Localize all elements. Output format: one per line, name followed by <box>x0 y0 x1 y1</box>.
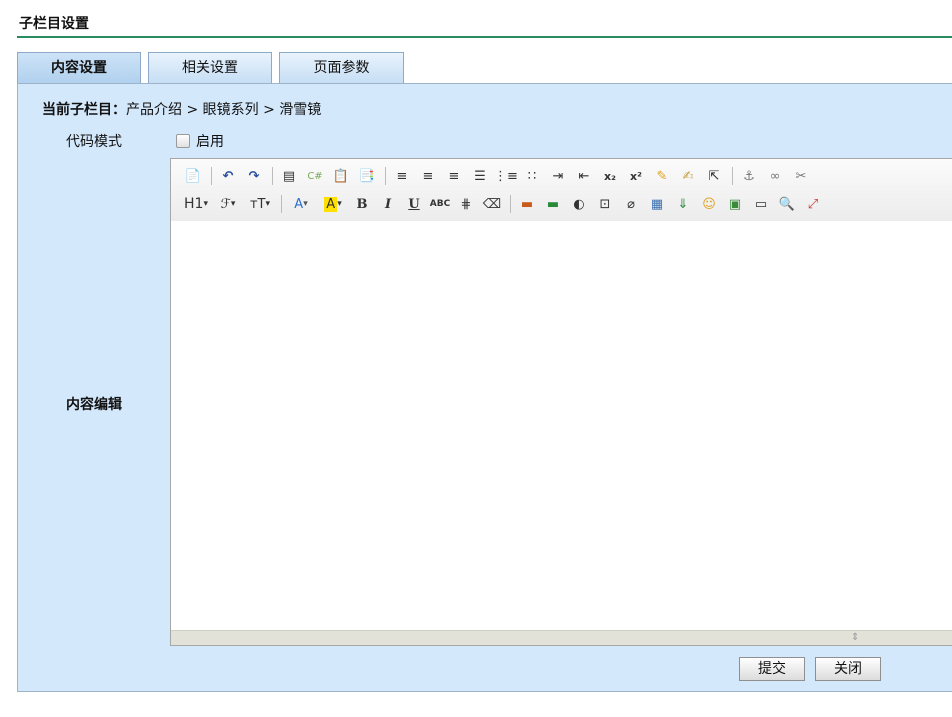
fullscreen-icon[interactable]: ⤢ <box>801 193 825 215</box>
media-icon[interactable]: ⊡ <box>593 193 617 215</box>
strikethrough-icon[interactable]: ABC <box>428 193 452 215</box>
toolbar-separator <box>385 167 386 185</box>
page-break-icon[interactable]: ▭ <box>749 193 773 215</box>
breadcrumb-item: 产品介绍 <box>126 102 182 118</box>
anchor-icon[interactable]: ⚓ <box>737 165 761 187</box>
breadcrumb-separator: > <box>263 102 275 118</box>
superscript-icon[interactable]: x² <box>624 165 648 187</box>
breadcrumb-separator: > <box>186 102 199 118</box>
close-button[interactable]: 关闭 <box>815 657 881 681</box>
bold-icon[interactable]: B <box>350 193 374 215</box>
breadcrumb: 当前子栏目：产品介绍 > 眼镜系列 > 滑雪镜 <box>42 99 321 119</box>
indent-icon[interactable]: ⇥ <box>546 165 570 187</box>
highlight-color-icon[interactable]: A ▾ <box>318 193 348 215</box>
tab-content-settings[interactable]: 内容设置 <box>17 52 141 84</box>
dropdown-arrow-icon: ▾ <box>337 199 342 209</box>
font-size-icon[interactable]: тT ▾ <box>245 193 275 215</box>
clear-format-icon[interactable]: ✎ <box>650 165 674 187</box>
eraser-icon[interactable]: ⌫ <box>480 193 504 215</box>
toolbar-separator <box>732 167 733 185</box>
submit-button[interactable]: 提交 <box>739 657 805 681</box>
paste-word-icon[interactable]: 📑 <box>355 165 379 187</box>
unordered-list-icon[interactable]: ∷ <box>520 165 544 187</box>
underline-icon[interactable]: U <box>402 193 426 215</box>
content-editor-label: 内容编辑 <box>66 397 122 413</box>
select-all-icon[interactable]: ⇱ <box>702 165 726 187</box>
source-icon[interactable]: 📄 <box>181 165 205 187</box>
rich-text-editor: 📄 ↶ ↷ ▤ C# 📋 📑 ≡ ≡ ≡ ☰ ⋮≡ ∷ ⇥ ⇤ x₂ x² ✎ … <box>170 158 952 646</box>
dropdown-arrow-icon: ▾ <box>230 199 236 209</box>
tab-related-settings[interactable]: 相关设置 <box>148 52 272 83</box>
redo-icon[interactable]: ↷ <box>242 165 266 187</box>
undo-icon[interactable]: ↶ <box>216 165 240 187</box>
unlink-icon[interactable]: ✂ <box>789 165 813 187</box>
paste-text-icon[interactable]: ▤ <box>277 165 301 187</box>
toolbar-separator <box>510 195 511 213</box>
code-mode-label: 代码模式 <box>66 134 122 150</box>
breadcrumb-item: 滑雪镜 <box>279 102 322 118</box>
font-family-icon[interactable]: ℱ ▾ <box>213 193 243 215</box>
outdent-icon[interactable]: ⇤ <box>572 165 596 187</box>
resize-grip-icon[interactable]: ⇕ <box>851 632 859 643</box>
italic-icon[interactable]: I <box>376 193 400 215</box>
breadcrumb-item: 眼镜系列 <box>202 102 259 118</box>
flash-icon[interactable]: ◐ <box>567 193 591 215</box>
editor-content-area[interactable] <box>171 221 952 631</box>
tab-bar: 内容设置 相关设置 页面参数 <box>17 52 952 84</box>
preview-icon[interactable]: 🔍 <box>775 193 799 215</box>
editor-resize-bar[interactable]: ⇕ <box>171 630 952 645</box>
dropdown-arrow-icon: ▾ <box>303 199 308 209</box>
settings-panel: 当前子栏目：产品介绍 > 眼镜系列 > 滑雪镜 代码模式 启用 内容编辑 📄 ↶… <box>17 83 952 692</box>
breadcrumb-label: 当前子栏目： <box>42 102 126 118</box>
ordered-list-icon[interactable]: ⋮≡ <box>494 165 518 187</box>
table-icon[interactable]: ▦ <box>645 193 669 215</box>
dropdown-arrow-icon: ▾ <box>265 199 271 209</box>
code-mode-enable-label[interactable]: 启用 <box>196 131 224 151</box>
heading-label: H1 <box>184 196 204 212</box>
justify-icon[interactable]: ☰ <box>468 165 492 187</box>
font-color-icon[interactable]: A ▾ <box>286 193 316 215</box>
image-icon[interactable]: ▣ <box>723 193 747 215</box>
title-divider <box>17 36 952 38</box>
page-title: 子栏目设置 <box>19 16 89 32</box>
align-left-icon[interactable]: ≡ <box>390 165 414 187</box>
emoticon-icon[interactable]: ☺ <box>697 193 721 215</box>
insert-images-icon[interactable]: ▬ <box>541 193 565 215</box>
code-icon[interactable]: C# <box>303 165 327 187</box>
heading-icon[interactable]: H1 ▾ <box>181 193 211 215</box>
code-mode-checkbox[interactable] <box>176 134 190 148</box>
format-painter-icon[interactable]: ✍ <box>676 165 700 187</box>
dropdown-arrow-icon: ▾ <box>203 199 208 209</box>
toolbar-separator <box>272 167 273 185</box>
toolbar-row-1: 📄 ↶ ↷ ▤ C# 📋 📑 ≡ ≡ ≡ ☰ ⋮≡ ∷ ⇥ ⇤ x₂ x² ✎ … <box>181 164 815 188</box>
attachment-icon[interactable]: ⌀ <box>619 193 643 215</box>
insert-image-icon[interactable]: ▬ <box>515 193 539 215</box>
toolbar-row-2: H1 ▾ ℱ ▾ тT ▾ A ▾ A ▾ B I U ABC ⋕ ⌫ ▬ ▬ ◐ ⊡ ⌀… <box>181 192 827 216</box>
editor-toolbar: 📄 ↶ ↷ ▤ C# 📋 📑 ≡ ≡ ≡ ☰ ⋮≡ ∷ ⇥ ⇤ x₂ x² ✎ … <box>171 159 952 222</box>
highlight-swatch: A <box>324 196 338 212</box>
horizontal-rule-icon[interactable]: ⋕ <box>454 193 478 215</box>
paste-icon[interactable]: 📋 <box>329 165 353 187</box>
align-center-icon[interactable]: ≡ <box>416 165 440 187</box>
link-icon[interactable]: ∞ <box>763 165 787 187</box>
tab-page-params[interactable]: 页面参数 <box>279 52 404 83</box>
toolbar-separator <box>211 167 212 185</box>
align-right-icon[interactable]: ≡ <box>442 165 466 187</box>
insert-code-icon[interactable]: ⇓ <box>671 193 695 215</box>
subscript-icon[interactable]: x₂ <box>598 165 622 187</box>
toolbar-separator <box>281 195 282 213</box>
